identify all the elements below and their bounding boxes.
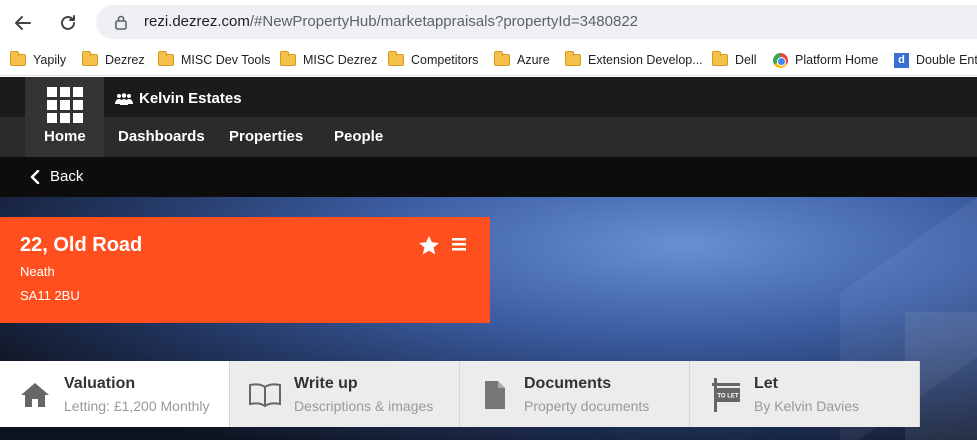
bookmark-label: MISC Dev Tools [181, 53, 271, 67]
app-header: Kelvin Estates [0, 77, 977, 117]
tab-subtitle: By Kelvin Davies [754, 398, 860, 414]
chevron-left-icon [30, 169, 40, 184]
tab-title: Let [754, 375, 778, 392]
tab-subtitle: Letting: £1,200 Monthly [64, 398, 210, 414]
tab-title: Valuation [64, 375, 136, 392]
back-bar: Back [0, 157, 977, 197]
reload-icon [61, 15, 75, 30]
url-host: rezi.dezrez.com [144, 13, 250, 30]
bookmark-competitors[interactable]: Competitors [388, 50, 478, 70]
people-group-icon [115, 92, 133, 105]
address-bar[interactable]: rezi.dezrez.com/#NewPropertyHub/marketap… [96, 5, 977, 39]
bookmark-label: Double Entr [916, 53, 977, 67]
brand: Kelvin Estates [115, 90, 242, 107]
book-icon [248, 378, 282, 412]
bookmark-label: Competitors [411, 53, 479, 67]
bookmark-label: Dell [735, 53, 757, 67]
lock-icon [114, 14, 128, 35]
bookmark-platform-home[interactable]: Platform Home [773, 50, 878, 70]
home-button[interactable]: Home [25, 77, 104, 157]
arrow-left-icon [15, 16, 31, 30]
property-postcode: SA11 2BU [20, 288, 80, 303]
brand-name: Kelvin Estates [139, 90, 242, 107]
browser-reload-button[interactable] [55, 10, 81, 36]
bookmark-label: Dezrez [105, 53, 145, 67]
folder-icon [494, 51, 510, 66]
property-card: 22, Old Road Neath SA11 2BU [0, 217, 490, 323]
document-icon [478, 378, 512, 412]
bookmark-double-entr[interactable]: d Double Entr [894, 50, 977, 70]
tab-title: Write up [294, 375, 358, 392]
browser-back-button[interactable] [10, 10, 36, 36]
folder-icon [712, 51, 728, 66]
folder-icon [280, 51, 296, 66]
nav-people[interactable]: People [334, 128, 383, 145]
bookmark-label: Platform Home [795, 53, 879, 67]
folder-icon [565, 51, 581, 66]
tab-title: Documents [524, 375, 612, 392]
back-label: Back [50, 168, 84, 185]
bookmark-label: Extension Develop... [588, 53, 703, 67]
bookmark-dell[interactable]: Dell [712, 50, 757, 70]
bookmark-misc-dezrez[interactable]: MISC Dezrez [280, 50, 377, 70]
d-icon: d [894, 52, 909, 68]
house-icon [18, 378, 52, 412]
to-let-sign-text: TO LET [717, 394, 739, 400]
tab-valuation[interactable]: Valuation Letting: £1,200 Monthly [0, 361, 230, 427]
bookmark-label: Yapily [33, 53, 67, 67]
browser-toolbar: rezi.dezrez.com/#NewPropertyHub/marketap… [0, 0, 977, 44]
back-button[interactable]: Back [30, 168, 83, 185]
tab-write-up[interactable]: Write up Descriptions & images [230, 361, 460, 427]
bookmark-label: Azure [517, 53, 550, 67]
star-icon[interactable] [418, 235, 440, 261]
bookmark-label: MISC Dezrez [303, 53, 378, 67]
url-text: rezi.dezrez.com/#NewPropertyHub/marketap… [144, 13, 638, 30]
bookmark-misc-dev-tools[interactable]: MISC Dev Tools [158, 50, 270, 70]
bookmarks-bar: Yapily Dezrez MISC Dev Tools MISC Dezrez… [0, 44, 977, 76]
tab-subtitle: Property documents [524, 398, 650, 414]
apps-grid-icon [47, 87, 83, 123]
property-town: Neath [20, 264, 55, 279]
folder-icon [388, 51, 404, 66]
platform-icon [773, 52, 788, 68]
url-path: /#NewPropertyHub/marketappraisals?proper… [249, 13, 639, 30]
to-let-sign-icon: TO LET [708, 378, 742, 412]
property-tabs: Valuation Letting: £1,200 Monthly Write … [0, 361, 977, 440]
nav-home-label: Home [44, 128, 86, 145]
folder-icon [10, 51, 26, 66]
bookmark-extension-develop[interactable]: Extension Develop... [565, 50, 703, 70]
property-title: 22, Old Road [20, 234, 143, 256]
main-nav: Dashboards Properties People [0, 117, 977, 157]
bookmark-yapily[interactable]: Yapily [10, 50, 66, 70]
tab-let[interactable]: TO LET Let By Kelvin Davies [690, 361, 920, 427]
folder-icon [82, 51, 98, 66]
nav-dashboards[interactable]: Dashboards [118, 128, 205, 145]
tab-documents[interactable]: Documents Property documents [460, 361, 690, 427]
bookmark-dezrez[interactable]: Dezrez [82, 50, 145, 70]
folder-icon [158, 51, 174, 66]
nav-properties[interactable]: Properties [229, 128, 303, 145]
tab-subtitle: Descriptions & images [294, 398, 434, 414]
bookmark-azure[interactable]: Azure [494, 50, 550, 70]
menu-icon[interactable] [452, 238, 466, 256]
